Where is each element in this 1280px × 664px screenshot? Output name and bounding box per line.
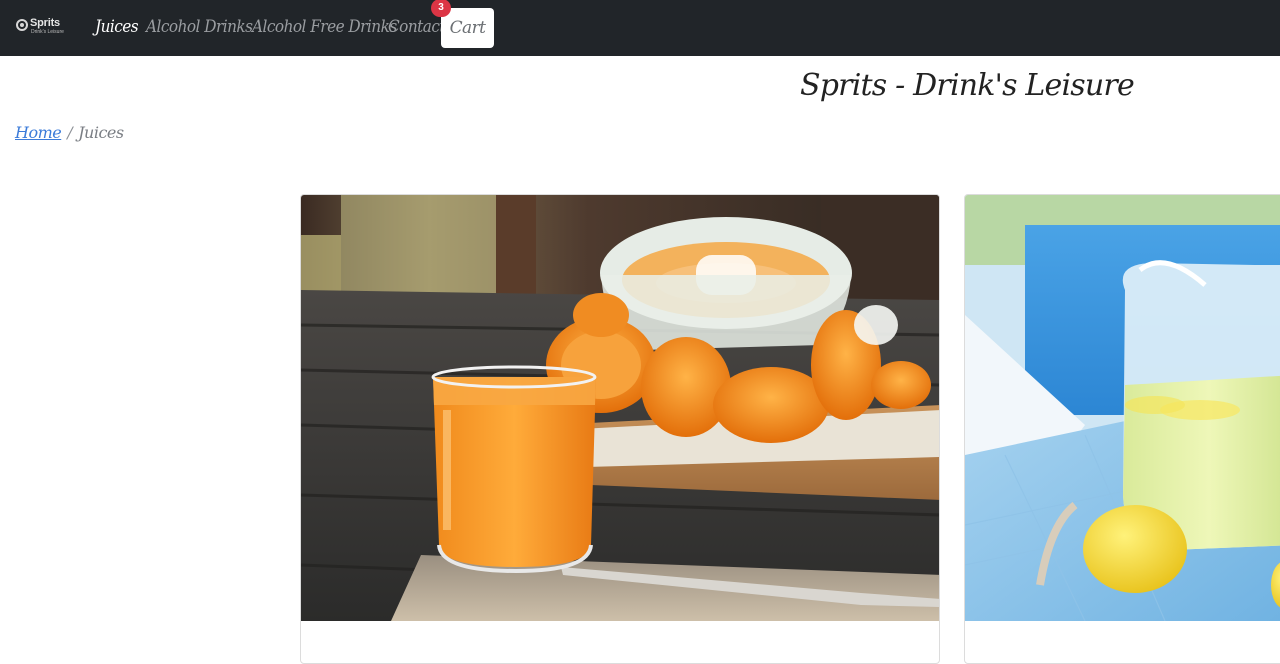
cart-button[interactable]: Cart 3 xyxy=(431,0,494,48)
breadcrumb-home-link[interactable]: Home xyxy=(15,123,62,142)
lemonade-image[interactable] xyxy=(965,195,1280,621)
product-card[interactable] xyxy=(964,194,1280,664)
logo-icon xyxy=(16,19,28,31)
nav-link-juices[interactable]: Juices xyxy=(95,14,139,40)
brand-logo[interactable]: Sprits Drink's Leisure xyxy=(14,17,70,39)
nav-link-alcohol-drinks[interactable]: Alcohol Drinks xyxy=(146,14,253,40)
brand-name: Sprits xyxy=(30,17,60,29)
top-navbar: Sprits Drink's Leisure Juices Alcohol Dr… xyxy=(0,0,1280,56)
nav-link-alcohol-free-drinks[interactable]: Alcohol Free Drinks xyxy=(252,14,397,40)
cart-count-badge: 3 xyxy=(431,0,451,17)
page-title: Sprits - Drink's Leisure xyxy=(800,68,1135,103)
nav-link-contact[interactable]: Contact xyxy=(388,14,446,40)
product-card[interactable] xyxy=(300,194,940,664)
brand-tagline: Drink's Leisure xyxy=(31,29,64,35)
breadcrumb-current: Juices xyxy=(78,123,124,142)
breadcrumb: Home / Juices xyxy=(15,120,124,146)
cart-label: Cart xyxy=(449,18,486,38)
breadcrumb-separator: / xyxy=(67,123,73,142)
orange-juice-image[interactable] xyxy=(301,195,939,621)
